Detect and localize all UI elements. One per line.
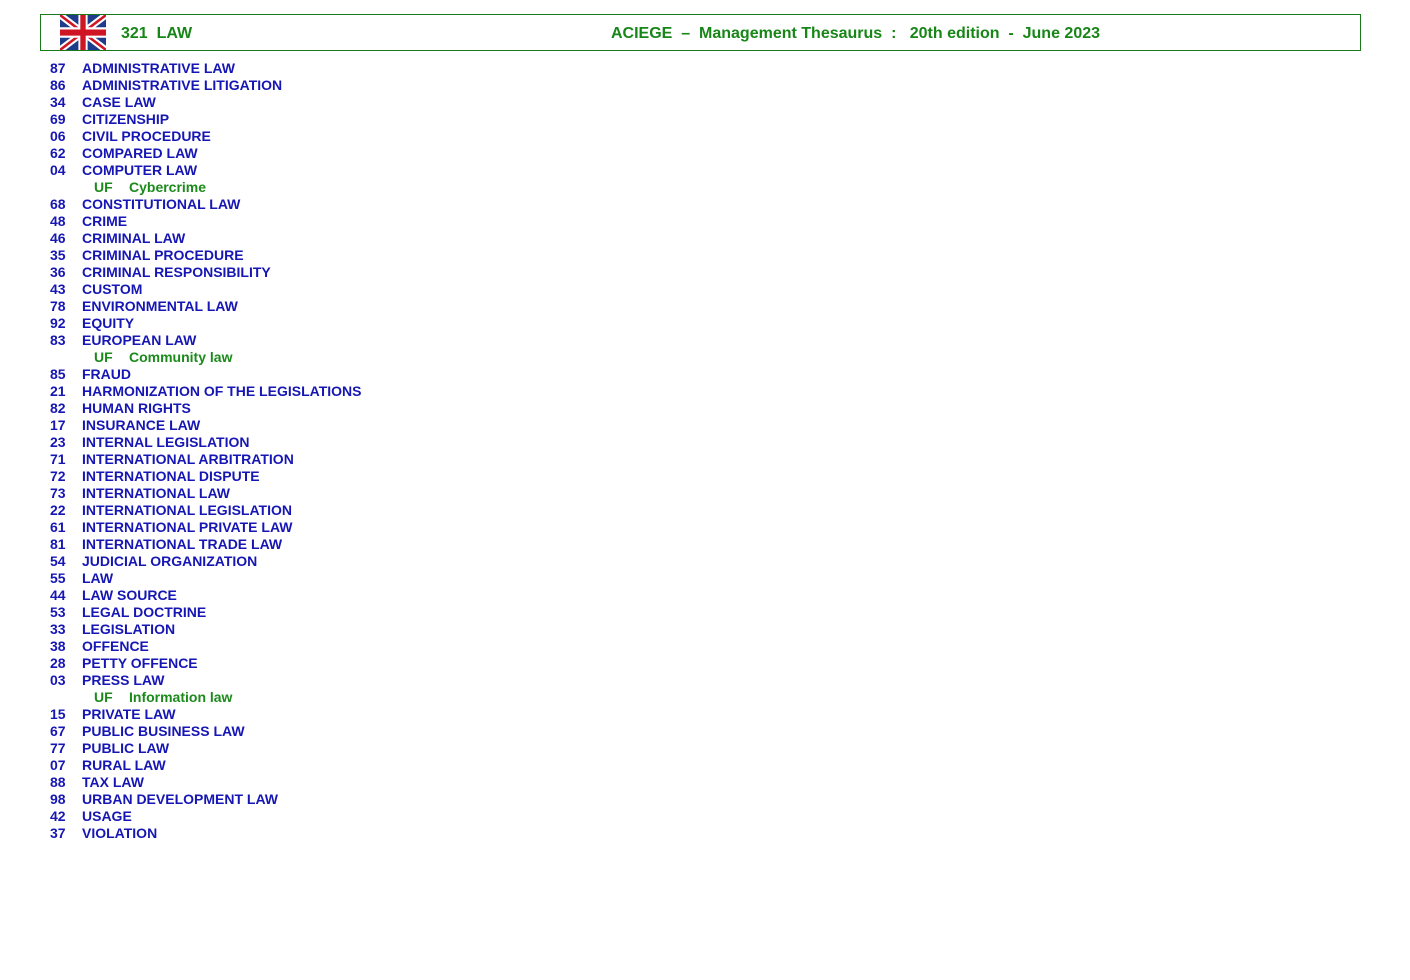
- descriptor-term: CRIMINAL RESPONSIBILITY: [82, 264, 271, 280]
- descriptor-term: ADMINISTRATIVE LAW: [82, 60, 235, 76]
- term-code: 69: [50, 111, 66, 127]
- descriptor-term: COMPARED LAW: [82, 145, 198, 161]
- descriptor-term: LAW: [82, 570, 114, 586]
- descriptor-term: JUDICIAL ORGANIZATION: [82, 553, 258, 569]
- term-code: 83: [50, 332, 66, 348]
- term-code: 87: [50, 60, 66, 76]
- term-code: 53: [50, 604, 66, 620]
- non-preferred-term: Community law: [129, 349, 233, 365]
- descriptor-term: ENVIRONMENTAL LAW: [82, 298, 238, 314]
- descriptor-term: URBAN DEVELOPMENT LAW: [82, 791, 278, 807]
- descriptor-term: CITIZENSHIP: [82, 111, 170, 127]
- descriptor-term: INSURANCE LAW: [82, 417, 201, 433]
- descriptor-term: INTERNATIONAL LAW: [82, 485, 231, 501]
- used-for-tag: UF: [94, 349, 113, 365]
- descriptor-term: CIVIL PROCEDURE: [82, 128, 211, 144]
- term-code: 77: [50, 740, 66, 756]
- descriptor-term: CRIMINAL PROCEDURE: [82, 247, 244, 263]
- term-code: 36: [50, 264, 66, 280]
- term-code: 42: [50, 808, 66, 824]
- descriptor-term: CRIMINAL LAW: [82, 230, 186, 246]
- term-code: 92: [50, 315, 66, 331]
- term-code: 62: [50, 145, 66, 161]
- term-code: 88: [50, 774, 66, 790]
- term-code: 86: [50, 77, 66, 93]
- term-code: 61: [50, 519, 66, 535]
- descriptor-term: EQUITY: [82, 315, 135, 331]
- descriptor-term: PUBLIC BUSINESS LAW: [82, 723, 245, 739]
- descriptor-term: LEGISLATION: [82, 621, 176, 637]
- term-code: 17: [50, 417, 66, 433]
- descriptor-term: COMPUTER LAW: [82, 162, 198, 178]
- term-code: 38: [50, 638, 66, 654]
- term-code: 07: [50, 757, 66, 773]
- descriptor-term: PUBLIC LAW: [82, 740, 170, 756]
- descriptor-term: INTERNATIONAL TRADE LAW: [82, 536, 283, 552]
- term-code: 81: [50, 536, 66, 552]
- descriptor-term: RURAL LAW: [82, 757, 166, 773]
- used-for-tag: UF: [94, 179, 113, 195]
- term-code: 54: [50, 553, 66, 569]
- descriptor-term: PETTY OFFENCE: [82, 655, 198, 671]
- descriptor-term: CRIME: [82, 213, 128, 229]
- term-code: 34: [50, 94, 66, 110]
- descriptor-term: PRESS LAW: [82, 672, 165, 688]
- term-code: 68: [50, 196, 66, 212]
- descriptor-term: ADMINISTRATIVE LITIGATION: [82, 77, 283, 93]
- term-code: 55: [50, 570, 66, 586]
- descriptor-term: CUSTOM: [82, 281, 143, 297]
- non-preferred-term: Information law: [129, 689, 233, 705]
- term-code: 82: [50, 400, 66, 416]
- descriptor-term: HUMAN RIGHTS: [82, 400, 191, 416]
- term-code: 06: [50, 128, 66, 144]
- section-title: 321 LAW: [121, 25, 193, 42]
- term-code: 21: [50, 383, 66, 399]
- descriptor-term: FRAUD: [82, 366, 131, 382]
- descriptor-term: LAW SOURCE: [82, 587, 177, 603]
- descriptor-term: PRIVATE LAW: [82, 706, 176, 722]
- uk-flag-icon: [60, 15, 106, 50]
- term-code: 71: [50, 451, 66, 467]
- term-code: 44: [50, 587, 66, 603]
- descriptor-term: INTERNATIONAL ARBITRATION: [82, 451, 294, 467]
- descriptor-term: INTERNAL LEGISLATION: [82, 434, 250, 450]
- term-code: 43: [50, 281, 66, 297]
- descriptor-term: LEGAL DOCTRINE: [82, 604, 207, 620]
- term-code: 03: [50, 672, 66, 688]
- term-code: 78: [50, 298, 66, 314]
- thesaurus-title: ACIEGE – Management Thesaurus : 20th edi…: [611, 25, 1101, 42]
- term-code: 48: [50, 213, 66, 229]
- term-code: 35: [50, 247, 66, 263]
- term-code: 72: [50, 468, 66, 484]
- descriptor-term: INTERNATIONAL PRIVATE LAW: [82, 519, 293, 535]
- term-code: 37: [50, 825, 66, 841]
- descriptor-term: INTERNATIONAL LEGISLATION: [82, 502, 292, 518]
- term-code: 46: [50, 230, 66, 246]
- term-code: 67: [50, 723, 66, 739]
- descriptor-term: USAGE: [82, 808, 132, 824]
- term-code: 15: [50, 706, 66, 722]
- term-code: 22: [50, 502, 66, 518]
- descriptor-term: HARMONIZATION OF THE LEGISLATIONS: [82, 383, 362, 399]
- term-code: 28: [50, 655, 66, 671]
- term-code: 85: [50, 366, 66, 382]
- descriptor-term: EUROPEAN LAW: [82, 332, 197, 348]
- term-code: 73: [50, 485, 66, 501]
- term-code: 23: [50, 434, 66, 450]
- descriptor-term: INTERNATIONAL DISPUTE: [82, 468, 260, 484]
- descriptor-term: VIOLATION: [82, 825, 158, 841]
- used-for-tag: UF: [94, 689, 113, 705]
- descriptor-term: TAX LAW: [82, 774, 144, 790]
- non-preferred-term: Cybercrime: [129, 179, 207, 195]
- page-header: 321 LAW ACIEGE – Management Thesaurus : …: [40, 14, 1361, 51]
- term-code: 33: [50, 621, 66, 637]
- descriptor-term: CASE LAW: [82, 94, 156, 110]
- term-code: 04: [50, 162, 66, 178]
- descriptor-term: OFFENCE: [82, 638, 149, 654]
- descriptor-term: CONSTITUTIONAL LAW: [82, 196, 241, 212]
- term-code: 98: [50, 791, 66, 807]
